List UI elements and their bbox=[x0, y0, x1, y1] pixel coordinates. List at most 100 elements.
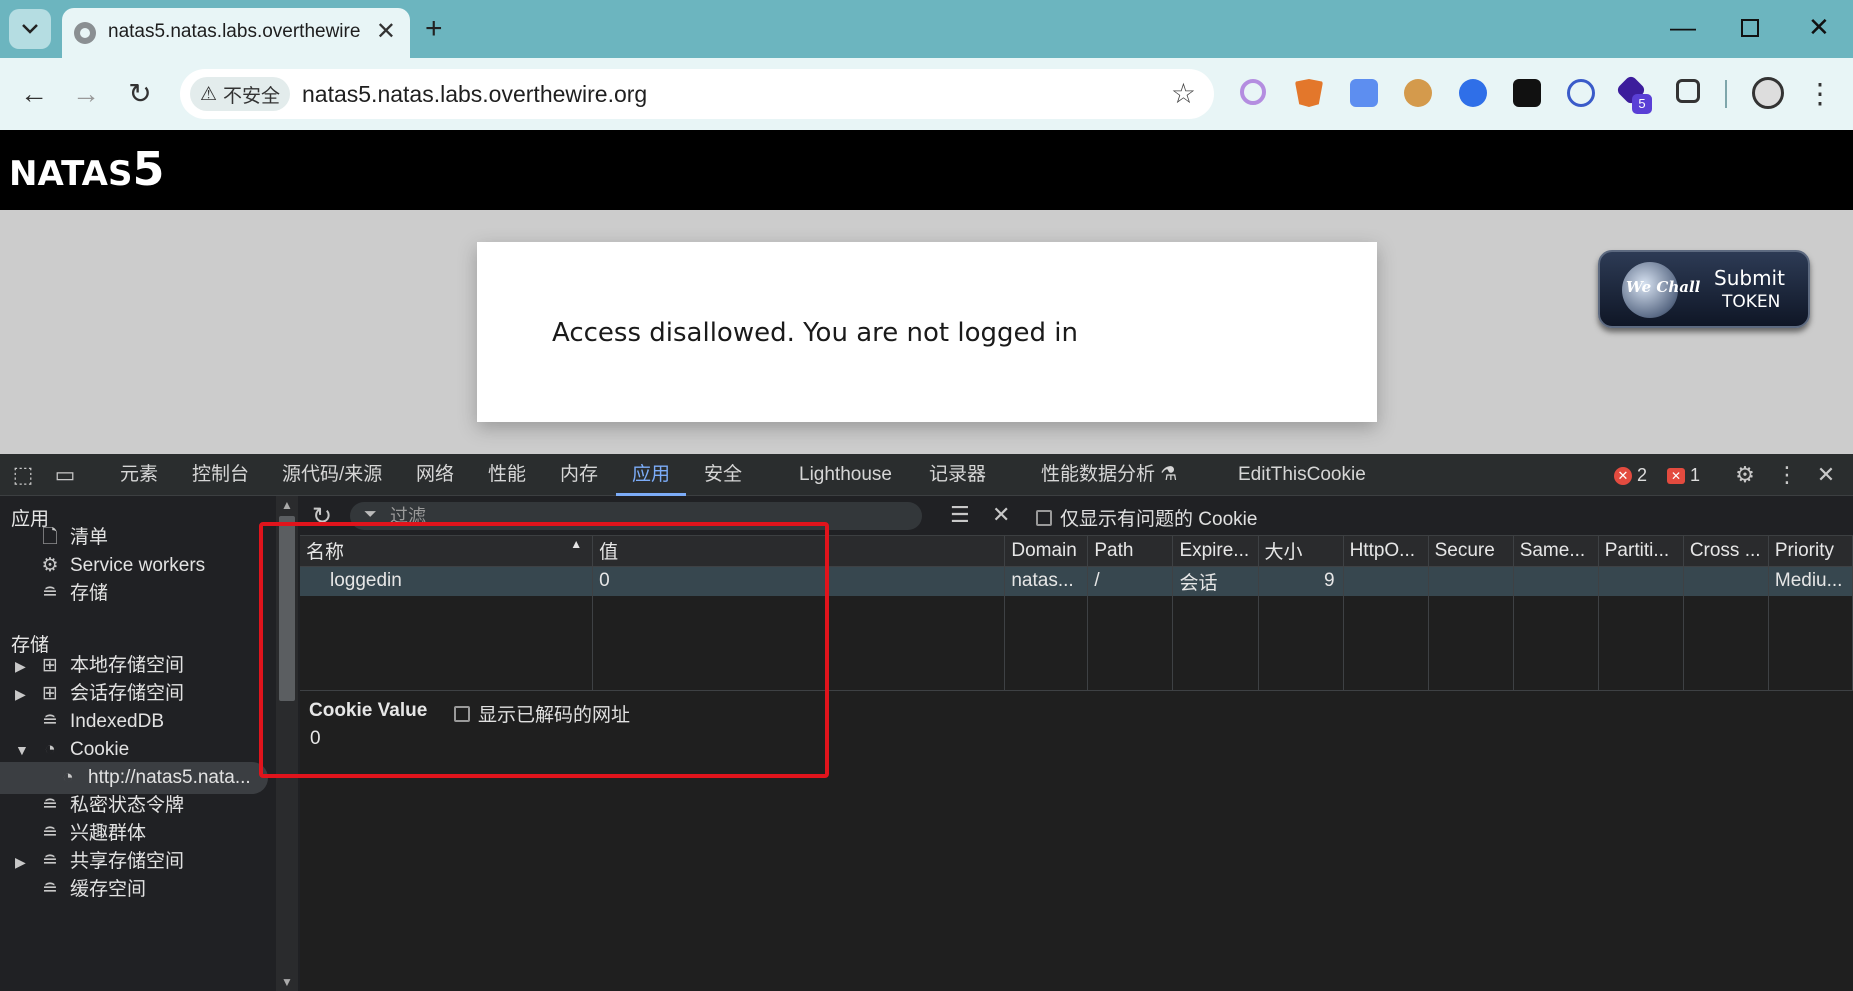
cell-domain: natas... bbox=[1004, 566, 1089, 596]
new-tab-button[interactable]: + bbox=[425, 12, 443, 46]
filter-input[interactable]: 过滤 bbox=[350, 502, 922, 530]
url-text[interactable]: natas5.natas.labs.overthewire.org bbox=[302, 81, 647, 108]
submit-token-button[interactable]: We Chall Submit TOKEN bbox=[1598, 250, 1810, 328]
sidebar-item-label: 会话存储空间 bbox=[70, 683, 185, 704]
empty-row bbox=[300, 596, 1853, 691]
puzzle-icon[interactable] bbox=[1676, 79, 1700, 103]
expand-arrow-icon[interactable]: ▶ bbox=[15, 658, 26, 675]
tab-performance-insights[interactable]: 性能数据分析 ⚗ bbox=[1041, 454, 1177, 496]
tab-memory[interactable]: 内存 bbox=[560, 454, 598, 496]
expand-arrow-icon[interactable]: ▶ bbox=[15, 854, 26, 871]
cookie-ext-icon[interactable] bbox=[1404, 79, 1432, 107]
cell-value: 0 bbox=[592, 566, 1006, 596]
browser-menu-icon[interactable]: ⋮ bbox=[1800, 74, 1840, 114]
expand-arrow-icon[interactable]: ▶ bbox=[15, 686, 26, 703]
profile-avatar-icon[interactable] bbox=[1752, 77, 1784, 109]
close-tab-icon[interactable]: ✕ bbox=[376, 18, 396, 46]
tab-network[interactable]: 网络 bbox=[416, 454, 454, 496]
eyes-icon[interactable] bbox=[1513, 79, 1541, 107]
tab-console[interactable]: 控制台 bbox=[192, 454, 249, 496]
sidebar-item-label: 本地存储空间 bbox=[70, 655, 185, 676]
checkbox-box[interactable] bbox=[1036, 509, 1052, 526]
reload-button[interactable]: ↻ bbox=[120, 74, 160, 114]
device-toolbar-icon[interactable]: ▭ bbox=[54, 464, 76, 486]
col-priority[interactable]: Priority bbox=[1768, 536, 1853, 567]
logo-prefix: NATAS bbox=[9, 154, 133, 194]
browser-toolbar: ← → ↻ ⚠ 不安全 natas5.natas.labs.overthewir… bbox=[0, 58, 1853, 130]
tab-elements[interactable]: 元素 bbox=[120, 454, 158, 496]
close-devtools-icon[interactable]: ✕ bbox=[1815, 464, 1837, 486]
cell-expires: 会话 bbox=[1172, 566, 1259, 596]
natas-logo: NATAS5 bbox=[9, 142, 165, 196]
back-button[interactable]: ← bbox=[14, 74, 54, 114]
address-bar[interactable]: ⚠ 不安全 natas5.natas.labs.overthewire.org … bbox=[180, 69, 1214, 119]
sidebar-item-label: 私密状态令牌 bbox=[70, 795, 185, 816]
clear-filtered-icon[interactable]: ☰ bbox=[950, 502, 970, 528]
security-chip[interactable]: ⚠ 不安全 bbox=[190, 77, 291, 111]
gear-icon[interactable]: ⚙ bbox=[1734, 464, 1756, 486]
more-options-icon[interactable]: ⋮ bbox=[1776, 464, 1798, 486]
blue-c-icon[interactable] bbox=[1459, 79, 1487, 107]
col-secure[interactable]: Secure bbox=[1428, 536, 1514, 567]
submit-label: Submit bbox=[1714, 266, 1785, 290]
browser-tab[interactable]: natas5.natas.labs.overthewire ✕ bbox=[62, 8, 410, 58]
translate-icon[interactable] bbox=[1350, 79, 1378, 107]
maximize-icon[interactable] bbox=[1740, 14, 1760, 44]
delete-selected-icon[interactable]: ✕ bbox=[992, 502, 1010, 528]
checkbox-box[interactable] bbox=[454, 705, 470, 722]
col-httponly[interactable]: HttpO... bbox=[1343, 536, 1429, 567]
col-path[interactable]: Path bbox=[1087, 536, 1174, 567]
tab-lighthouse[interactable]: Lighthouse bbox=[799, 454, 892, 496]
col-partition[interactable]: Partiti... bbox=[1598, 536, 1684, 567]
sidebar-item-storage[interactable]: ≘ 存储 bbox=[38, 578, 108, 610]
only-issues-checkbox[interactable]: 仅显示有问题的 Cookie bbox=[1036, 504, 1257, 531]
col-name-label: 名称 bbox=[306, 542, 345, 564]
warning-icon: ⚠ bbox=[200, 83, 218, 105]
col-samesite[interactable]: Same... bbox=[1513, 536, 1599, 567]
tab-performance[interactable]: 性能 bbox=[488, 454, 526, 496]
inspect-element-icon[interactable]: ⬚ bbox=[12, 464, 34, 486]
sidebar-item-cache-storage[interactable]: ≘ 缓存空间 bbox=[38, 874, 146, 906]
tab-security[interactable]: 安全 bbox=[704, 454, 742, 496]
col-domain[interactable]: Domain bbox=[1004, 536, 1089, 567]
cookie-value-text[interactable]: 0 bbox=[310, 728, 321, 750]
col-value[interactable]: 值 bbox=[592, 536, 1006, 567]
metamask-fox-icon[interactable] bbox=[1295, 79, 1323, 107]
cell-size: 9 bbox=[1258, 566, 1344, 596]
tab-recorder[interactable]: 记录器 bbox=[929, 454, 986, 496]
collapse-arrow-icon[interactable]: ▼ bbox=[15, 742, 29, 758]
col-expires[interactable]: Expire... bbox=[1172, 536, 1259, 567]
forward-button[interactable]: → bbox=[66, 74, 106, 114]
col-size[interactable]: 大小 bbox=[1258, 536, 1344, 567]
table-row[interactable]: loggedin 0 natas... / 会话 9 Mediu... bbox=[300, 566, 1853, 596]
col-cross-site[interactable]: Cross ... bbox=[1683, 536, 1769, 567]
security-label: 不安全 bbox=[223, 85, 281, 107]
scrollbar-thumb[interactable] bbox=[279, 516, 295, 701]
tab-application[interactable]: 应用 bbox=[615, 454, 687, 496]
sidebar-scrollbar[interactable]: ▲ ▼ bbox=[276, 496, 298, 991]
password-lock-icon[interactable] bbox=[1567, 79, 1595, 107]
table-header: 名称 ▲ 值 Domain Path Expire... 大小 HttpO... … bbox=[300, 536, 1853, 567]
error-count-badge[interactable]: ✕ 2 bbox=[1614, 465, 1647, 486]
page-body: Access disallowed. You are not logged in… bbox=[0, 210, 1853, 454]
show-decoded-checkbox[interactable]: 显示已解码的网址 bbox=[454, 700, 630, 727]
close-window-icon[interactable]: ✕ bbox=[1808, 12, 1830, 42]
logo-level: 5 bbox=[132, 142, 165, 196]
cookie-value-title: Cookie Value bbox=[309, 700, 428, 721]
col-name[interactable]: 名称 ▲ bbox=[300, 536, 594, 567]
tab-search-button[interactable] bbox=[9, 9, 51, 49]
minimize-icon[interactable]: — bbox=[1670, 12, 1696, 42]
bookmark-star-icon[interactable]: ☆ bbox=[1171, 77, 1196, 110]
circle-ext-icon[interactable] bbox=[1240, 79, 1266, 105]
tab-sources[interactable]: 源代码/来源 bbox=[282, 454, 382, 496]
error-icon: ✕ bbox=[1614, 466, 1632, 485]
tab-editthiscookie[interactable]: EditThisCookie bbox=[1238, 454, 1366, 496]
tab-title: natas5.natas.labs.overthewire bbox=[108, 21, 361, 42]
refresh-icon[interactable]: ↻ bbox=[312, 502, 332, 531]
globe-icon bbox=[74, 22, 96, 44]
scroll-up-icon[interactable]: ▲ bbox=[281, 498, 293, 512]
sidebar-item-label: Cookie bbox=[70, 739, 130, 760]
issue-count-badge[interactable]: ✕ 1 bbox=[1667, 465, 1700, 486]
scroll-down-icon[interactable]: ▼ bbox=[281, 975, 293, 989]
error-count: 2 bbox=[1637, 465, 1648, 485]
